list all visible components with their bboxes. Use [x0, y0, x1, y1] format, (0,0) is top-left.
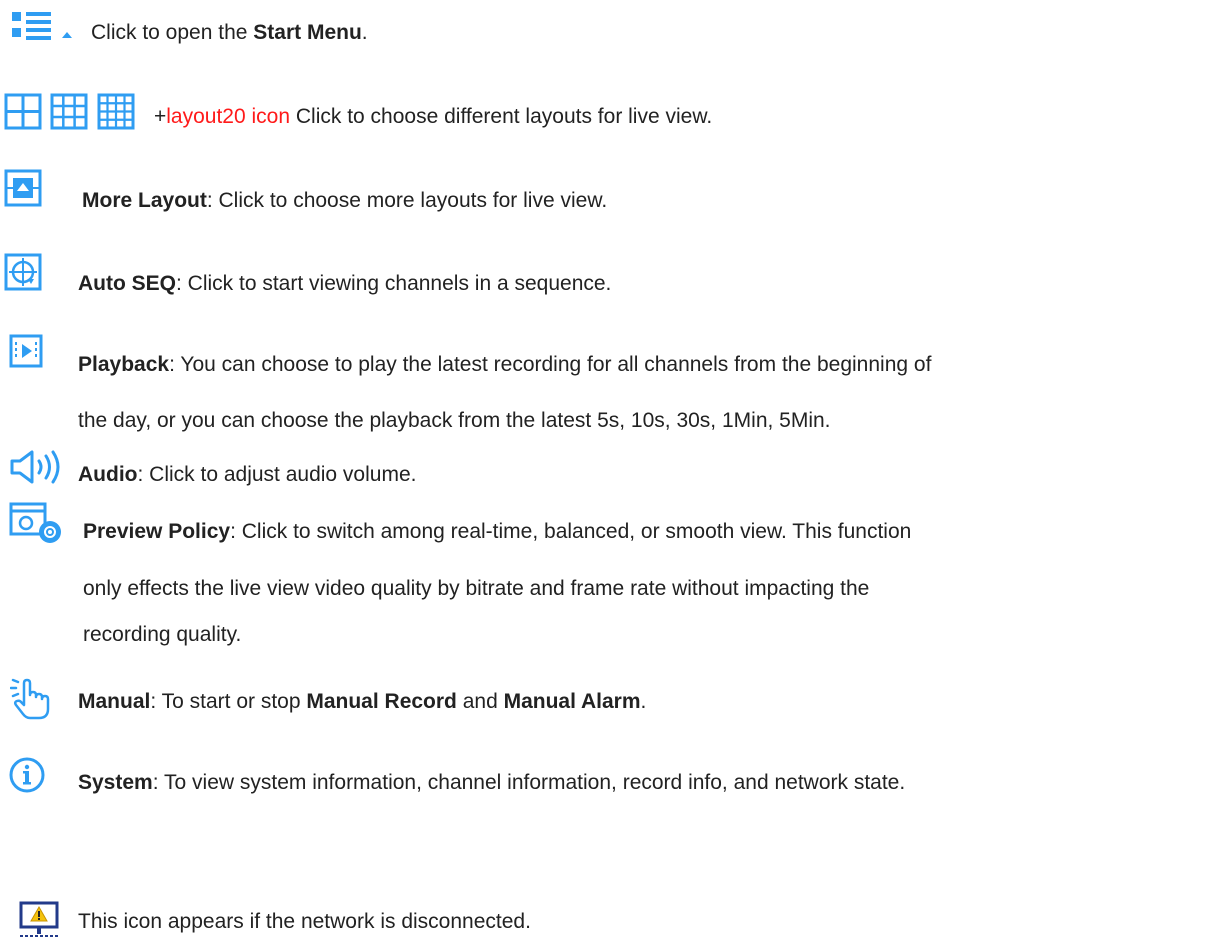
layout-16-icon	[97, 93, 135, 130]
start-menu-label: Start Menu	[253, 21, 362, 44]
preview-policy-text-line2: only effects the live view video quality…	[83, 577, 870, 600]
manual-text-a: : To start or stop	[150, 690, 307, 713]
audio-label: Audio	[78, 463, 138, 486]
audio-text: : Click to adjust audio volume.	[137, 463, 417, 486]
manual-alarm-label: Manual Alarm	[503, 690, 641, 713]
playback-label: Playback	[78, 353, 170, 376]
manual-icon	[10, 678, 50, 720]
preview-policy-icon	[9, 502, 61, 543]
more-layout-text: : Click to choose more layouts for live …	[206, 189, 608, 212]
network-disconnected-text: This icon appears if the network is disc…	[78, 910, 531, 933]
manual-record-label: Manual Record	[306, 690, 457, 713]
layout-4-icon	[4, 93, 42, 130]
start-menu-post: .	[361, 21, 368, 44]
playback-text-line2: the day, or you can choose the playback …	[78, 409, 831, 432]
layouts-text: Click to choose different layouts for li…	[290, 105, 713, 128]
more-layout-label: More Layout	[82, 189, 207, 212]
system-info-icon	[9, 757, 45, 793]
preview-policy-text: : Click to switch among real-time, balan…	[230, 520, 912, 543]
system-label: System	[78, 771, 153, 794]
start-menu-pre: Click to open the	[91, 21, 254, 44]
layout-9-icon	[50, 93, 88, 130]
network-disconnected-icon	[19, 901, 59, 937]
more-layout-icon	[4, 169, 42, 207]
playback-icon	[9, 334, 43, 368]
manual-text-c: .	[640, 690, 647, 713]
layouts-plus: +	[154, 105, 167, 128]
manual-label: Manual	[78, 690, 151, 713]
manual-text-b: and	[456, 690, 504, 713]
auto-seq-icon	[4, 253, 42, 291]
start-menu-icon	[12, 12, 72, 40]
auto-seq-text: : Click to start viewing channels in a s…	[176, 272, 612, 295]
layout20-note: layout20 icon	[166, 105, 291, 128]
preview-policy-text-line3: recording quality.	[83, 623, 242, 646]
preview-policy-label: Preview Policy	[83, 520, 231, 543]
system-text: : To view system information, channel in…	[152, 771, 906, 794]
playback-text: : You can choose to play the latest reco…	[169, 353, 932, 376]
audio-icon	[10, 450, 60, 484]
auto-seq-label: Auto SEQ	[78, 272, 176, 295]
